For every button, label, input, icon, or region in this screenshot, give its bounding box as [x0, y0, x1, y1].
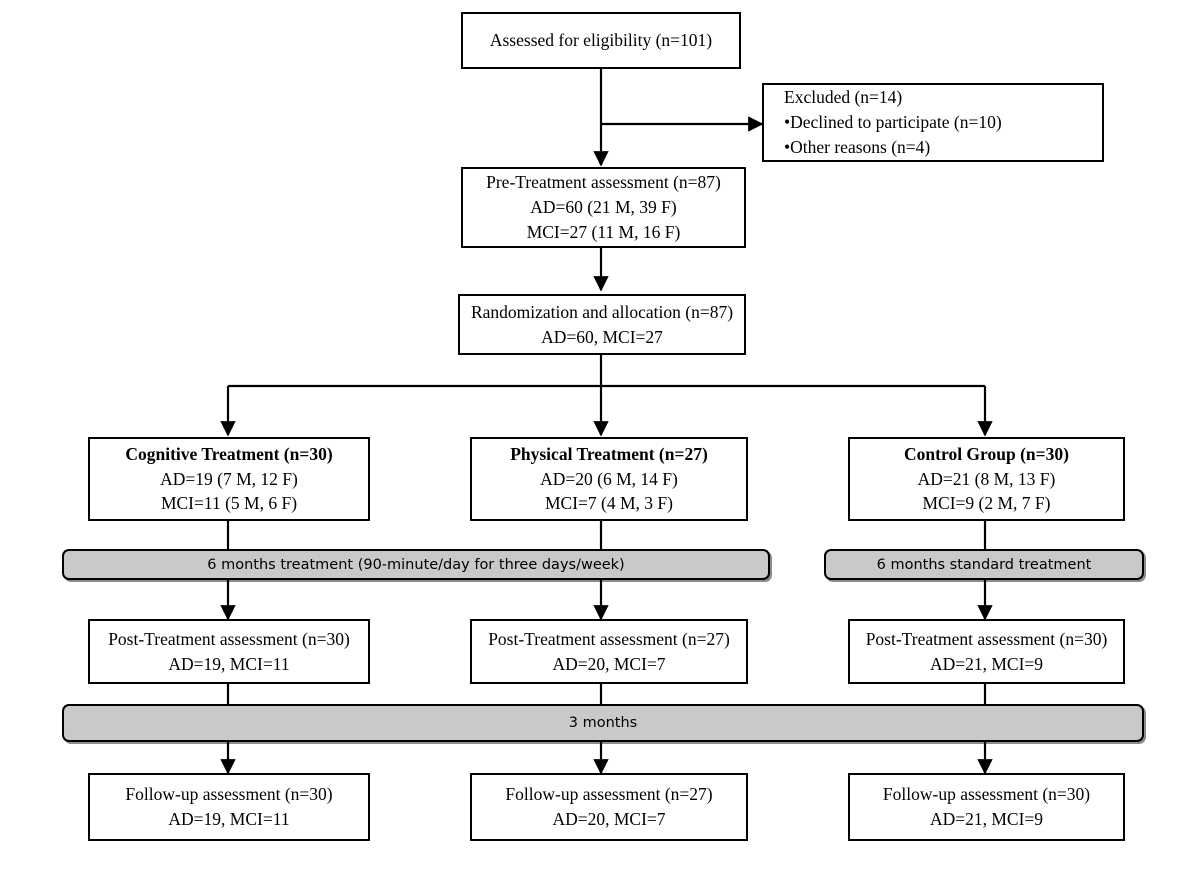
node-randomization-and-allocation: Randomization and allocation (n=87) AD=6… — [458, 294, 746, 355]
followup-physical-line-1: Follow-up assessment (n=27) — [505, 784, 713, 805]
node-followup-physical: Follow-up assessment (n=27) AD=20, MCI=7 — [470, 773, 748, 841]
control-group-line-3: MCI=9 (2 M, 7 F) — [922, 493, 1051, 514]
bar-six-months-treatment: 6 months treatment (90-minute/day for th… — [62, 549, 770, 580]
node-post-treatment-cognitive: Post-Treatment assessment (n=30) AD=19, … — [88, 619, 370, 684]
node-post-treatment-physical: Post-Treatment assessment (n=27) AD=20, … — [470, 619, 748, 684]
node-followup-control: Follow-up assessment (n=30) AD=21, MCI=9 — [848, 773, 1125, 841]
physical-group-line-3: MCI=7 (4 M, 3 F) — [544, 493, 673, 514]
physical-group-line-2: AD=20 (6 M, 14 F) — [540, 468, 678, 489]
control-group-line-1: Control Group (n=30) — [904, 443, 1069, 464]
post-cognitive-line-2: AD=19, MCI=11 — [168, 653, 290, 674]
node-control-group: Control Group (n=30) AD=21 (8 M, 13 F) M… — [848, 437, 1125, 521]
standard-bar-label: 6 months standard treatment — [876, 556, 1092, 573]
pretreatment-line-1: Pre-Treatment assessment (n=87) — [486, 172, 721, 193]
followup-cognitive-line-2: AD=19, MCI=11 — [168, 809, 290, 829]
cognitive-group-line-3: MCI=11 (5 M, 6 F) — [160, 493, 298, 514]
bar-three-months: 3 months — [62, 704, 1144, 742]
node-excluded: Excluded (n=14) •Declined to participate… — [762, 83, 1104, 162]
excluded-line-2: •Declined to participate (n=10) — [784, 112, 1002, 133]
excluded-line-3: •Other reasons (n=4) — [784, 136, 931, 157]
pretreatment-line-2: AD=60 (21 M, 39 F) — [530, 197, 677, 218]
node-physical-treatment-group: Physical Treatment (n=27) AD=20 (6 M, 14… — [470, 437, 748, 521]
eligibility-line-1: Assessed for eligibility (n=101) — [489, 30, 713, 51]
physical-group-line-1: Physical Treatment (n=27) — [510, 443, 708, 464]
cognitive-group-line-1: Cognitive Treatment (n=30) — [125, 443, 333, 464]
node-post-treatment-control: Post-Treatment assessment (n=30) AD=21, … — [848, 619, 1125, 684]
node-pre-treatment-assessment: Pre-Treatment assessment (n=87) AD=60 (2… — [461, 167, 746, 248]
followup-cognitive-line-1: Follow-up assessment (n=30) — [125, 784, 333, 805]
bar-six-months-standard-treatment: 6 months standard treatment — [824, 549, 1144, 580]
months-bar-label: 3 months — [568, 715, 638, 731]
control-group-line-2: AD=21 (8 M, 13 F) — [917, 468, 1056, 489]
randomization-line-2: AD=60, MCI=27 — [541, 326, 663, 347]
cognitive-group-line-2: AD=19 (7 M, 12 F) — [160, 468, 298, 489]
pretreatment-line-3: MCI=27 (11 M, 16 F) — [526, 221, 681, 242]
node-cognitive-treatment-group: Cognitive Treatment (n=30) AD=19 (7 M, 1… — [88, 437, 370, 521]
post-control-line-2: AD=21, MCI=9 — [929, 653, 1044, 674]
randomization-line-1: Randomization and allocation (n=87) — [470, 301, 734, 322]
followup-control-line-1: Follow-up assessment (n=30) — [882, 784, 1091, 805]
post-control-line-1: Post-Treatment assessment (n=30) — [865, 628, 1108, 649]
flow-diagram-canvas: Assessed for eligibility (n=101) Exclude… — [0, 0, 1200, 881]
excluded-line-1: Excluded (n=14) — [784, 87, 903, 108]
followup-control-line-2: AD=21, MCI=9 — [929, 809, 1044, 829]
post-physical-line-2: AD=20, MCI=7 — [552, 653, 666, 674]
node-followup-cognitive: Follow-up assessment (n=30) AD=19, MCI=1… — [88, 773, 370, 841]
followup-physical-line-2: AD=20, MCI=7 — [552, 809, 666, 829]
post-cognitive-line-1: Post-Treatment assessment (n=30) — [108, 628, 350, 649]
node-assessed-for-eligibility: Assessed for eligibility (n=101) — [461, 12, 741, 69]
treatment-bar-label: 6 months treatment (90-minute/day for th… — [207, 556, 625, 573]
post-physical-line-1: Post-Treatment assessment (n=27) — [488, 628, 730, 649]
